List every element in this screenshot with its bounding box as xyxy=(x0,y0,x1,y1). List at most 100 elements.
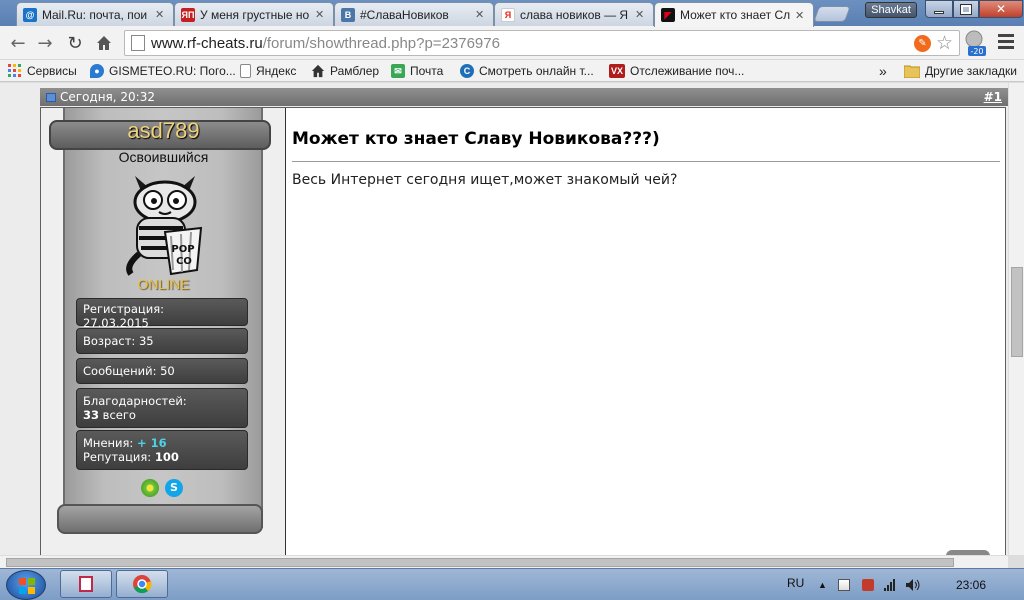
url-path: /forum/showthread.php?p=2376976 xyxy=(262,34,500,52)
home-icon xyxy=(97,36,111,50)
bookmark-tv[interactable]: C Смотреть онлайн т... xyxy=(460,63,594,79)
tv-icon: C xyxy=(460,64,474,78)
vertical-scrollbar[interactable] xyxy=(1008,83,1024,555)
bookmark-services[interactable]: Сервисы xyxy=(8,63,77,79)
bookmarks-overflow-button[interactable]: » xyxy=(879,63,887,79)
registration-box: Регистрация: 27.03.2015 xyxy=(76,298,248,330)
mailru-icon: @ xyxy=(23,7,37,22)
hamburger-icon xyxy=(998,34,1014,49)
system-tray: RU ▲ 23:06 xyxy=(780,569,1020,600)
tab-yap[interactable]: ЯП У меня грустные но ✕ xyxy=(174,2,334,26)
bookmark-label: Яндекс xyxy=(256,64,297,78)
rf-cheats-icon: ◤ xyxy=(661,8,675,22)
close-icon: ✕ xyxy=(995,2,1007,16)
reload-button[interactable]: ↻ xyxy=(63,31,87,55)
chrome-icon xyxy=(133,575,152,594)
gismeteo-icon: ● xyxy=(90,64,104,78)
mail-icon: ✉ xyxy=(391,64,405,78)
skype-icon[interactable]: S xyxy=(165,479,183,497)
home-icon xyxy=(311,64,325,78)
taskbar-app-explorer[interactable] xyxy=(60,570,112,598)
arrow-left-icon: ← xyxy=(10,32,26,54)
bookmark-mail[interactable]: ✉ Почта xyxy=(391,63,443,79)
online-status: ONLINE xyxy=(137,276,190,292)
flag-icon[interactable] xyxy=(838,579,850,591)
post-body: asd789 Освоившийся POP CO ONLINE Регистр… xyxy=(40,107,1006,555)
user-panel: asd789 Освоившийся POP CO ONLINE Регистр… xyxy=(41,108,286,555)
weather-icon: -20 xyxy=(965,30,986,56)
post-title: Может кто знает Славу Новикова???) xyxy=(292,129,1000,162)
post-number-link[interactable]: #1 xyxy=(984,90,1002,104)
minimize-button[interactable] xyxy=(925,0,953,18)
messages-text: Сообщений: 50 xyxy=(83,364,175,378)
extension-icon[interactable]: ✎ xyxy=(914,35,931,52)
messages-box: Сообщений: 50 xyxy=(76,358,248,384)
bookmark-rambler[interactable]: Рамблер xyxy=(311,63,379,79)
svg-text:POP: POP xyxy=(171,244,194,255)
post-date: Сегодня, 20:32 xyxy=(60,90,155,104)
profile-button[interactable]: Shavkat xyxy=(865,2,917,18)
age-box: Возраст: 35 xyxy=(76,328,248,354)
bookmark-gismeteo[interactable]: ● GISMETEO.RU: Пого... xyxy=(90,63,236,79)
taskbar: RU ▲ 23:06 xyxy=(0,568,1024,600)
opinions-value: + 16 xyxy=(136,436,167,450)
arrow-right-icon: → xyxy=(37,32,53,54)
vx-icon: VX xyxy=(609,64,625,78)
post-header: Сегодня, 20:32 #1 xyxy=(40,88,1008,106)
address-bar[interactable]: www.rf-cheats.ru /forum/showthread.php?p… xyxy=(124,30,960,56)
power-icon[interactable] xyxy=(862,579,874,591)
horizontal-scroll-thumb[interactable] xyxy=(6,558,954,567)
close-window-button[interactable]: ✕ xyxy=(979,0,1023,18)
new-tab-button[interactable] xyxy=(813,6,851,22)
close-icon[interactable]: ✕ xyxy=(475,8,485,21)
reputation-box: Мнения: + 16 Репутация: 100 xyxy=(76,430,248,470)
tab-rf-cheats[interactable]: ◤ Может кто знает Сл ✕ xyxy=(654,2,814,27)
tray-expand-icon[interactable]: ▲ xyxy=(818,580,830,592)
apps-grid-icon xyxy=(8,64,21,77)
back-button[interactable]: ← xyxy=(6,31,30,55)
network-icon[interactable] xyxy=(884,579,896,591)
app-icon xyxy=(79,576,93,592)
windows-logo-icon xyxy=(19,578,35,594)
tab-vk[interactable]: В #СлаваНовиков ✕ xyxy=(334,2,494,26)
volume-icon[interactable] xyxy=(906,579,922,591)
home-button[interactable] xyxy=(92,31,116,55)
close-icon[interactable]: ✕ xyxy=(315,8,325,21)
page-icon xyxy=(131,35,145,51)
bookmark-label: Отслеживание поч... xyxy=(630,64,745,78)
star-icon[interactable]: ☆ xyxy=(936,32,953,55)
user-contacts: S xyxy=(141,479,183,497)
start-button[interactable] xyxy=(6,570,46,600)
close-icon[interactable]: ✕ xyxy=(795,9,805,22)
maximize-button[interactable] xyxy=(953,0,979,18)
horizontal-scrollbar[interactable] xyxy=(0,555,1008,568)
icq-icon[interactable] xyxy=(141,479,159,497)
yandex-icon: Я xyxy=(501,7,515,22)
tab-yandex[interactable]: Я слава новиков — Я ✕ xyxy=(494,2,654,26)
tab-label: Может кто знает Сл xyxy=(680,8,790,22)
yap-icon: ЯП xyxy=(181,7,195,22)
bookmark-label: Сервисы xyxy=(27,64,77,78)
registration-label: Регистрация: xyxy=(83,302,164,316)
taskbar-app-chrome[interactable] xyxy=(116,570,168,598)
other-bookmarks[interactable]: Другие закладки xyxy=(904,63,1017,79)
bookmark-tracking[interactable]: VX Отслеживание поч... xyxy=(609,63,744,79)
tab-mailru[interactable]: @ Mail.Ru: почта, пои ✕ xyxy=(16,2,174,26)
close-icon[interactable]: ✕ xyxy=(635,8,645,21)
bookmark-yandex[interactable]: Яндекс xyxy=(240,63,296,79)
language-indicator[interactable]: RU xyxy=(787,576,804,590)
opinions-label: Мнения: xyxy=(83,436,137,450)
bookmark-label: GISMETEO.RU: Пого... xyxy=(109,64,236,78)
bookmark-label: Почта xyxy=(410,64,444,78)
other-bookmarks-label: Другие закладки xyxy=(925,64,1017,78)
menu-button[interactable] xyxy=(998,34,1014,50)
opinions-line: Мнения: + 16 xyxy=(83,436,241,450)
clock[interactable]: 23:06 xyxy=(956,578,986,592)
forward-button[interactable]: → xyxy=(33,31,57,55)
username-link[interactable]: asd789 xyxy=(41,118,286,144)
vertical-scroll-thumb[interactable] xyxy=(1011,267,1023,357)
close-icon[interactable]: ✕ xyxy=(155,8,165,21)
tab-label: #СлаваНовиков xyxy=(360,7,449,22)
reputation-line: Репутация: 100 xyxy=(83,450,241,464)
weather-extension-button[interactable]: -20 xyxy=(962,29,988,57)
